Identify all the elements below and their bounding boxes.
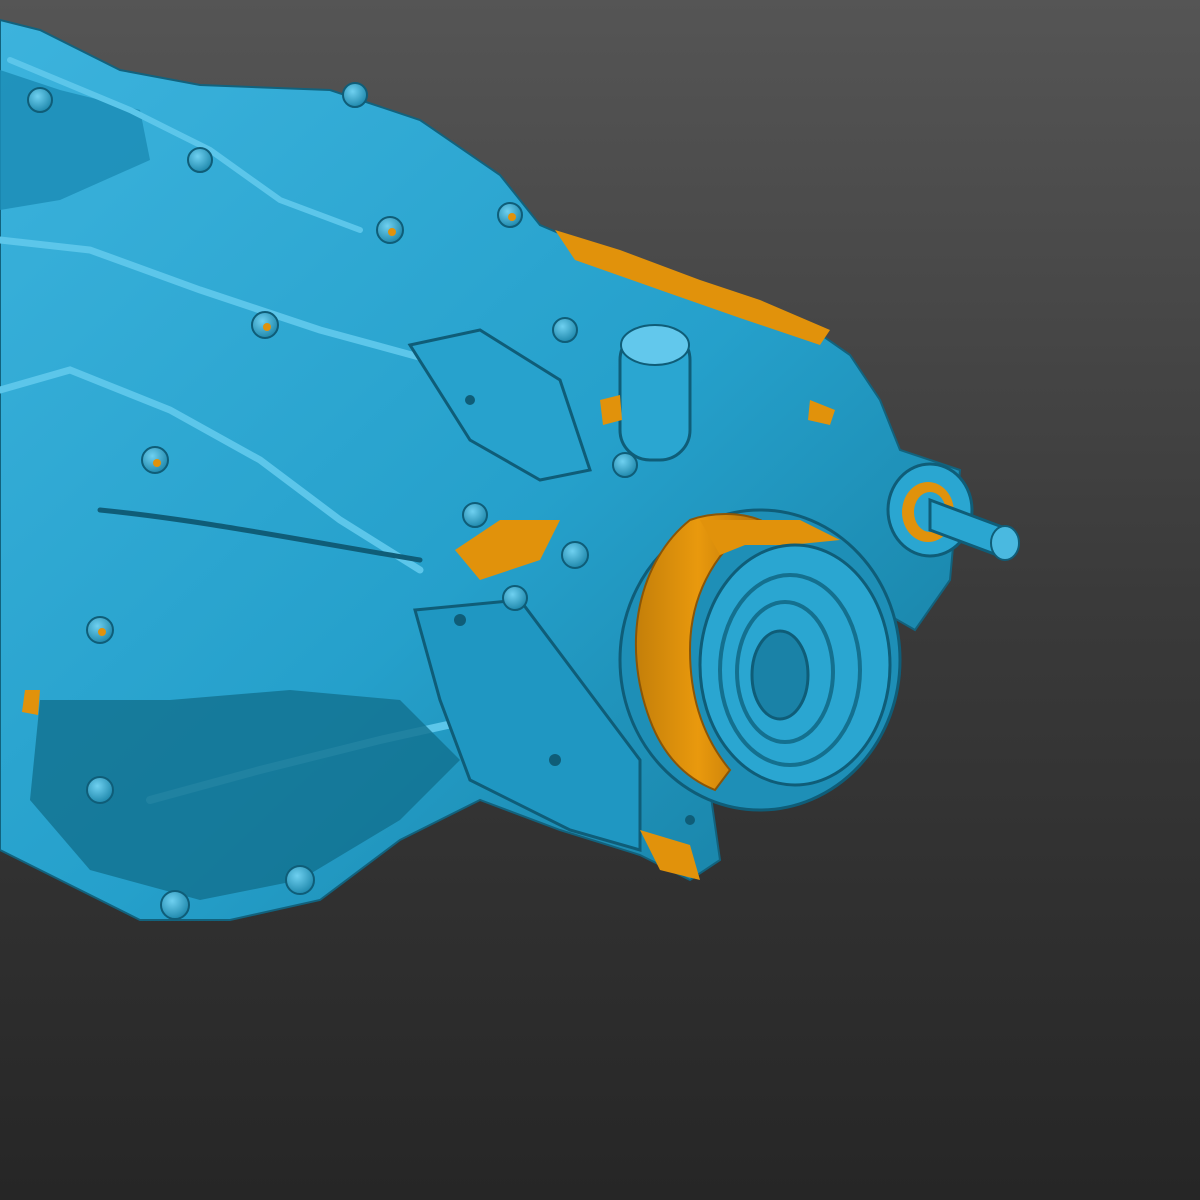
bolt-icon bbox=[160, 890, 190, 920]
bolt-icon bbox=[27, 87, 53, 113]
bell-housing bbox=[618, 508, 902, 812]
3d-viewport[interactable] bbox=[0, 0, 1200, 1200]
backface-patch bbox=[22, 690, 40, 715]
actuator-cap bbox=[620, 324, 690, 366]
bolt-icon bbox=[187, 147, 213, 173]
bolt-icon bbox=[462, 502, 488, 528]
bolt-icon bbox=[612, 452, 638, 478]
output-shaft-end bbox=[990, 525, 1020, 561]
bolt-icon bbox=[285, 865, 315, 895]
bolt-icon bbox=[561, 541, 589, 569]
bolt-icon bbox=[502, 585, 528, 611]
bolt-icon bbox=[86, 776, 114, 804]
bolt-icon bbox=[552, 317, 578, 343]
backface-patch bbox=[600, 395, 622, 425]
bolt-icon bbox=[342, 82, 368, 108]
scan-mesh-model[interactable] bbox=[0, 0, 1200, 1200]
